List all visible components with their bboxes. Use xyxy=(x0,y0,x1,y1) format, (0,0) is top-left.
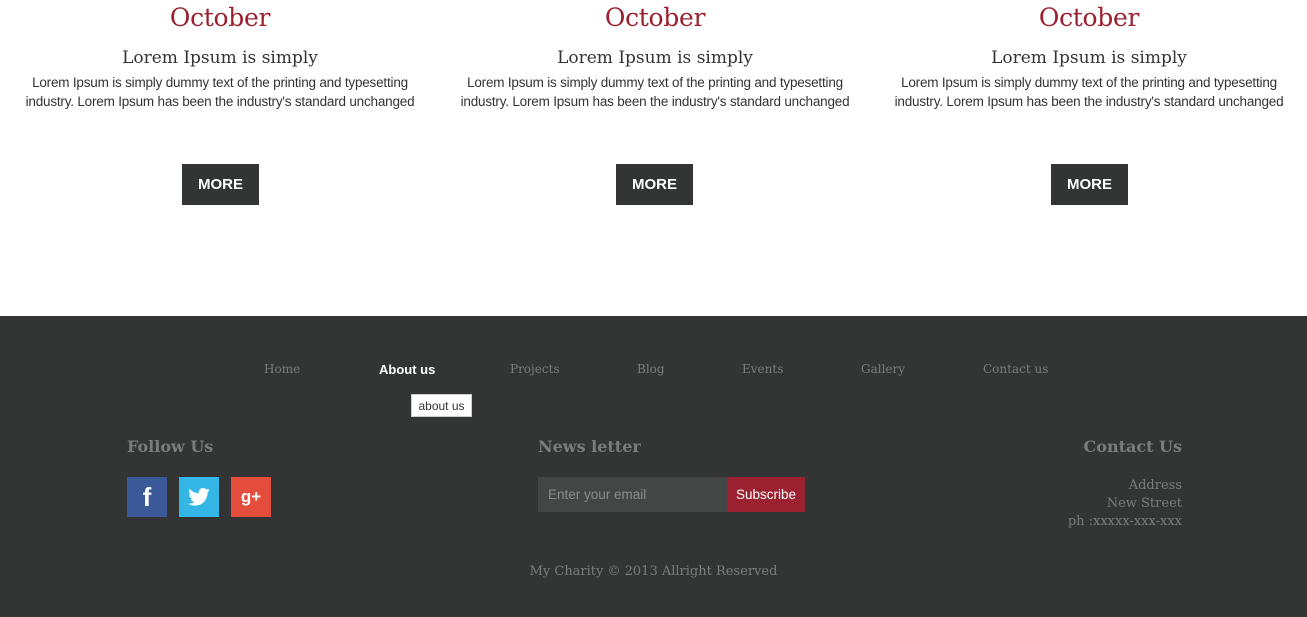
event-description-line: industry. Lorem Ipsum has been the indus… xyxy=(25,94,415,109)
contact-us-title: Contact Us xyxy=(1083,437,1182,456)
event-description: Lorem Ipsum is simply dummy text of the … xyxy=(10,73,430,111)
event-description-line: Lorem Ipsum is simply dummy text of the … xyxy=(32,75,408,90)
nav-about-us[interactable]: About us xyxy=(379,362,435,377)
nav-tooltip: about us xyxy=(411,394,472,417)
event-description-line: Lorem Ipsum is simply dummy text of the … xyxy=(467,75,843,90)
email-input[interactable] xyxy=(538,477,727,512)
event-card: October Lorem Ipsum is simply Lorem Ipsu… xyxy=(10,0,430,205)
nav-home[interactable]: Home xyxy=(264,362,300,376)
copyright: My Charity © 2013 Allright Reserved xyxy=(529,564,778,579)
contact-phone: ph :xxxxx-xxx-xxx xyxy=(1067,514,1182,529)
more-button[interactable]: MORE xyxy=(1051,164,1128,205)
event-description-line: Lorem Ipsum is simply dummy text of the … xyxy=(901,75,1277,90)
event-title: Lorem Ipsum is simply xyxy=(557,48,753,68)
events-section: October Lorem Ipsum is simply Lorem Ipsu… xyxy=(0,0,1307,316)
event-description-line: industry. Lorem Ipsum has been the indus… xyxy=(460,94,850,109)
event-month: October xyxy=(169,3,271,32)
google-plus-icon[interactable]: g+ xyxy=(231,477,271,517)
more-button[interactable]: MORE xyxy=(182,164,259,205)
nav-contact-us[interactable]: Contact us xyxy=(983,362,1048,376)
event-month: October xyxy=(604,3,706,32)
footer: Home About us Projects Blog Events Galle… xyxy=(0,316,1307,617)
event-title: Lorem Ipsum is simply xyxy=(991,48,1187,68)
event-title: Lorem Ipsum is simply xyxy=(122,48,318,68)
more-button[interactable]: MORE xyxy=(616,164,693,205)
footer-nav: Home About us Projects Blog Events Galle… xyxy=(0,362,1307,382)
nav-projects[interactable]: Projects xyxy=(510,362,560,376)
event-description: Lorem Ipsum is simply dummy text of the … xyxy=(445,73,865,111)
nav-blog[interactable]: Blog xyxy=(637,362,665,376)
facebook-icon[interactable]: f xyxy=(127,477,167,517)
event-card: October Lorem Ipsum is simply Lorem Ipsu… xyxy=(879,0,1299,205)
contact-address: Address xyxy=(1128,478,1182,493)
newsletter-title: News letter xyxy=(538,437,641,456)
event-description-line: industry. Lorem Ipsum has been the indus… xyxy=(894,94,1284,109)
follow-us-title: Follow Us xyxy=(127,437,214,456)
event-card: October Lorem Ipsum is simply Lorem Ipsu… xyxy=(445,0,865,205)
event-month: October xyxy=(1038,3,1140,32)
contact-street: New Street xyxy=(1106,496,1182,511)
nav-events[interactable]: Events xyxy=(742,362,783,376)
subscribe-button[interactable]: Subscribe xyxy=(727,477,805,512)
nav-gallery[interactable]: Gallery xyxy=(861,362,905,376)
event-description: Lorem Ipsum is simply dummy text of the … xyxy=(879,73,1299,111)
twitter-icon[interactable] xyxy=(179,477,219,517)
